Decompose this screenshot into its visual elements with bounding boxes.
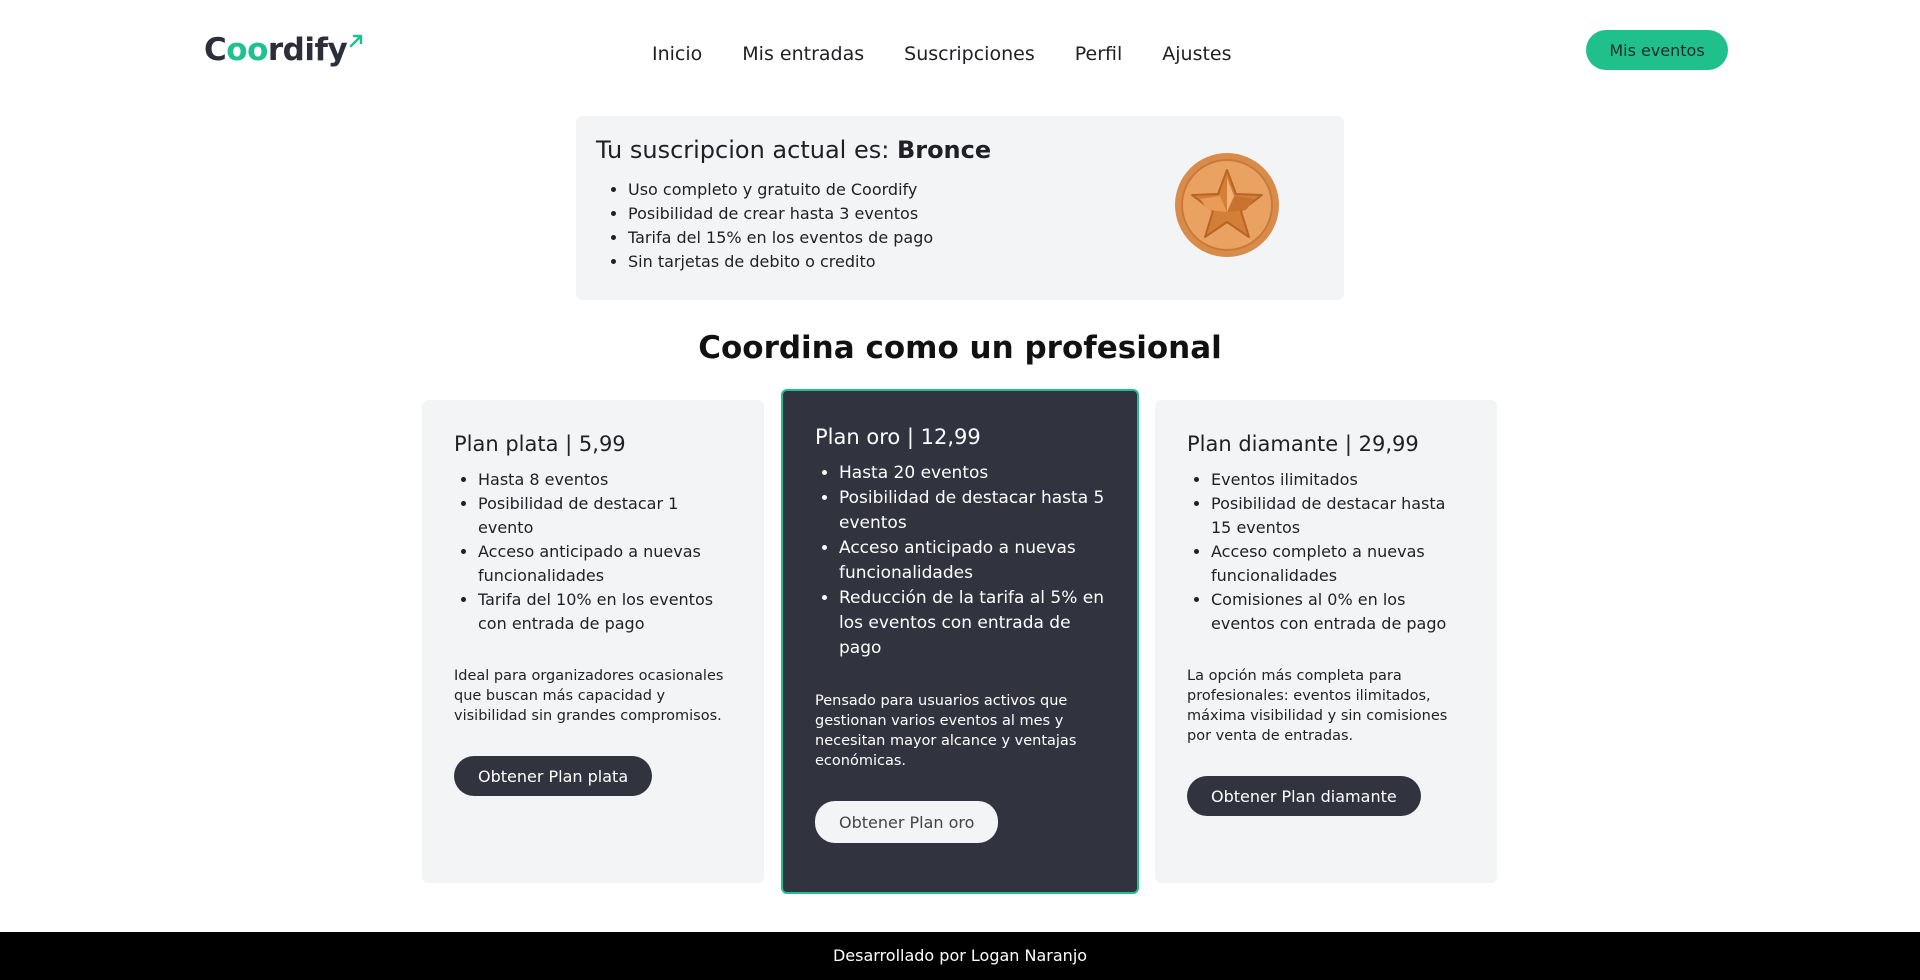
coordify-logo[interactable]: Coo rdify bbox=[204, 32, 364, 68]
plan-title: Plan oro | 12,99 bbox=[815, 425, 981, 449]
footer-credit: Desarrollado por Logan Naranjo bbox=[832, 946, 1088, 965]
nav-item-ajustes[interactable]: Ajustes bbox=[1162, 43, 1231, 65]
current-subscription-card: Tu suscripcion actual es: Bronce Uso com… bbox=[576, 116, 1344, 300]
logo-text-accent: oo bbox=[226, 32, 268, 68]
list-item: Eventos ilimitados bbox=[1211, 468, 1465, 492]
plan-description: La opción más completa para profesionale… bbox=[1187, 668, 1448, 744]
bronze-medal-icon bbox=[1175, 153, 1279, 257]
list-item: Comisiones al 0% en los eventos con entr… bbox=[1211, 588, 1465, 636]
footer: Desarrollado por Logan Naranjo bbox=[0, 932, 1920, 980]
get-plan-diamante-button[interactable]: Obtener Plan diamante bbox=[1187, 776, 1421, 816]
logo-text-start: C bbox=[204, 32, 227, 68]
section-title: Coordina como un profesional bbox=[698, 330, 1222, 366]
plan-description: Pensado para usuarios activos que gestio… bbox=[815, 693, 1077, 769]
header: Coo rdify Inicio Mis entradas Suscripcion… bbox=[0, 0, 1920, 100]
current-plan-name: Bronce bbox=[896, 136, 992, 164]
list-item: Acceso anticipado a nuevas funcionalidad… bbox=[839, 536, 1105, 586]
list-item: Tarifa del 10% en los eventos con entrad… bbox=[478, 588, 732, 636]
list-item: Posibilidad de destacar hasta 5 eventos bbox=[839, 486, 1105, 536]
plan-card-diamante: Plan diamante | 29,99 Eventos ilimitados… bbox=[1155, 400, 1497, 883]
page: Coo rdify Inicio Mis entradas Suscripcion… bbox=[0, 0, 1920, 980]
mis-eventos-button[interactable]: Mis eventos bbox=[1586, 30, 1728, 70]
list-item: Acceso completo a nuevas funcionalidades bbox=[1211, 540, 1465, 588]
plan-title: Plan diamante | 29,99 bbox=[1187, 432, 1419, 456]
plan-feature-list: Hasta 8 eventos Posibilidad de destacar … bbox=[454, 468, 732, 636]
list-item: Reducción de la tarifa al 5% en los even… bbox=[839, 586, 1105, 661]
plan-feature-list: Eventos ilimitados Posibilidad de destac… bbox=[1187, 468, 1465, 636]
list-item: Hasta 20 eventos bbox=[839, 461, 1105, 486]
logo-arrow-icon bbox=[349, 34, 363, 48]
list-item: Posibilidad de destacar 1 evento bbox=[478, 492, 732, 540]
plan-description: Ideal para organizadores ocasionales que… bbox=[454, 668, 724, 724]
nav-item-suscripciones[interactable]: Suscripciones bbox=[904, 43, 1035, 65]
current-subscription-prefix: Tu suscripcion actual es: bbox=[596, 136, 897, 164]
list-item: Posibilidad de destacar hasta 15 eventos bbox=[1211, 492, 1465, 540]
get-plan-oro-button[interactable]: Obtener Plan oro bbox=[815, 801, 999, 843]
plan-card-plata: Plan plata | 5,99 Hasta 8 eventos Posibi… bbox=[422, 400, 764, 883]
plan-title: Plan plata | 5,99 bbox=[454, 432, 626, 456]
nav-item-inicio[interactable]: Inicio bbox=[652, 43, 702, 65]
list-item: Hasta 8 eventos bbox=[478, 468, 732, 492]
get-plan-plata-button[interactable]: Obtener Plan plata bbox=[454, 756, 653, 796]
logo-text-end: rdify bbox=[267, 32, 348, 68]
nav-item-mis-entradas[interactable]: Mis entradas bbox=[742, 43, 864, 65]
plan-card-oro: Plan oro | 12,99 Hasta 20 eventos Posibi… bbox=[781, 389, 1139, 894]
main-nav: Inicio Mis entradas Suscripciones Perfil… bbox=[652, 43, 1232, 65]
list-item: Acceso anticipado a nuevas funcionalidad… bbox=[478, 540, 732, 588]
nav-item-perfil[interactable]: Perfil bbox=[1075, 43, 1123, 65]
plan-feature-list: Hasta 20 eventos Posibilidad de destacar… bbox=[815, 461, 1105, 661]
